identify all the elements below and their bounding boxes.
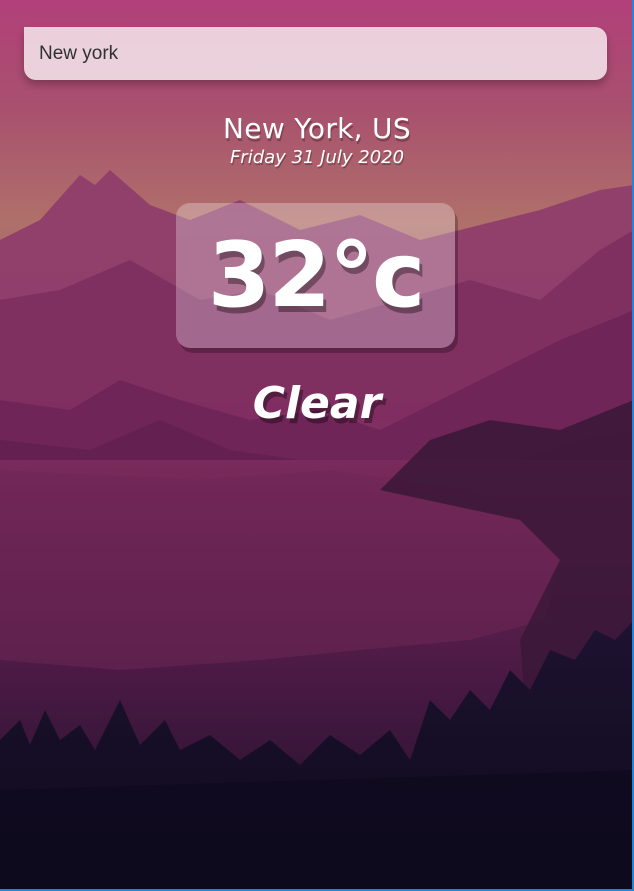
- location-box: New York, US Friday 31 July 2020: [0, 112, 632, 168]
- temperature-display: 32°c: [176, 203, 455, 348]
- weather-app: New York, US Friday 31 July 2020 32°c Cl…: [0, 0, 634, 891]
- weather-condition: Clear: [252, 378, 382, 429]
- search-input[interactable]: [24, 27, 607, 80]
- location-name: New York, US: [223, 112, 411, 145]
- current-date: Friday 31 July 2020: [229, 147, 405, 168]
